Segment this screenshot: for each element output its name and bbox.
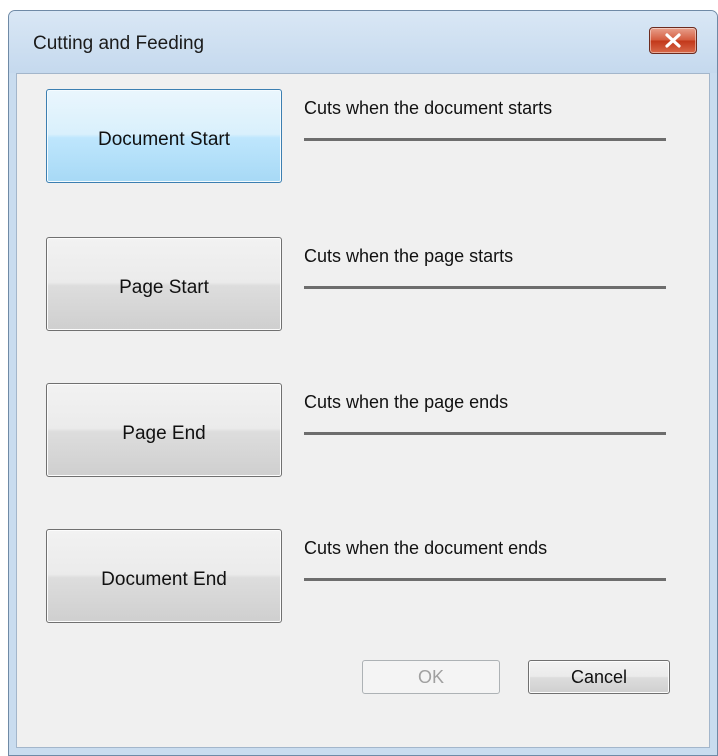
page-end-label: Page End [122, 423, 206, 444]
document-end-button[interactable]: Document End [46, 529, 282, 623]
page-end-description: Cuts when the page ends [304, 392, 509, 412]
page-start-button[interactable]: Page Start [46, 237, 282, 331]
close-x-icon [665, 33, 681, 48]
dialog-window: Cutting and Feeding Document Start Cuts … [8, 10, 718, 756]
cancel-button[interactable]: Cancel [528, 660, 670, 694]
window-title: Cutting and Feeding [33, 33, 205, 54]
ok-button[interactable]: OK [362, 660, 500, 694]
document-end-label: Document End [101, 569, 227, 590]
page-start-divider [304, 286, 666, 289]
page-end-button[interactable]: Page End [46, 383, 282, 477]
document-start-description: Cuts when the document starts [304, 98, 553, 118]
dialog-body: Document Start Cuts when the document st… [16, 73, 710, 748]
page-end-divider [304, 432, 666, 435]
document-start-divider [304, 138, 666, 141]
document-start-button[interactable]: Document Start [46, 89, 282, 183]
page-start-label: Page Start [119, 277, 209, 298]
document-start-label: Document Start [98, 129, 230, 150]
title-bar[interactable]: Cutting and Feeding [9, 11, 717, 73]
document-end-description: Cuts when the document ends [304, 538, 548, 558]
close-button[interactable] [649, 27, 697, 54]
document-end-divider [304, 578, 666, 581]
page-start-description: Cuts when the page starts [304, 246, 514, 266]
